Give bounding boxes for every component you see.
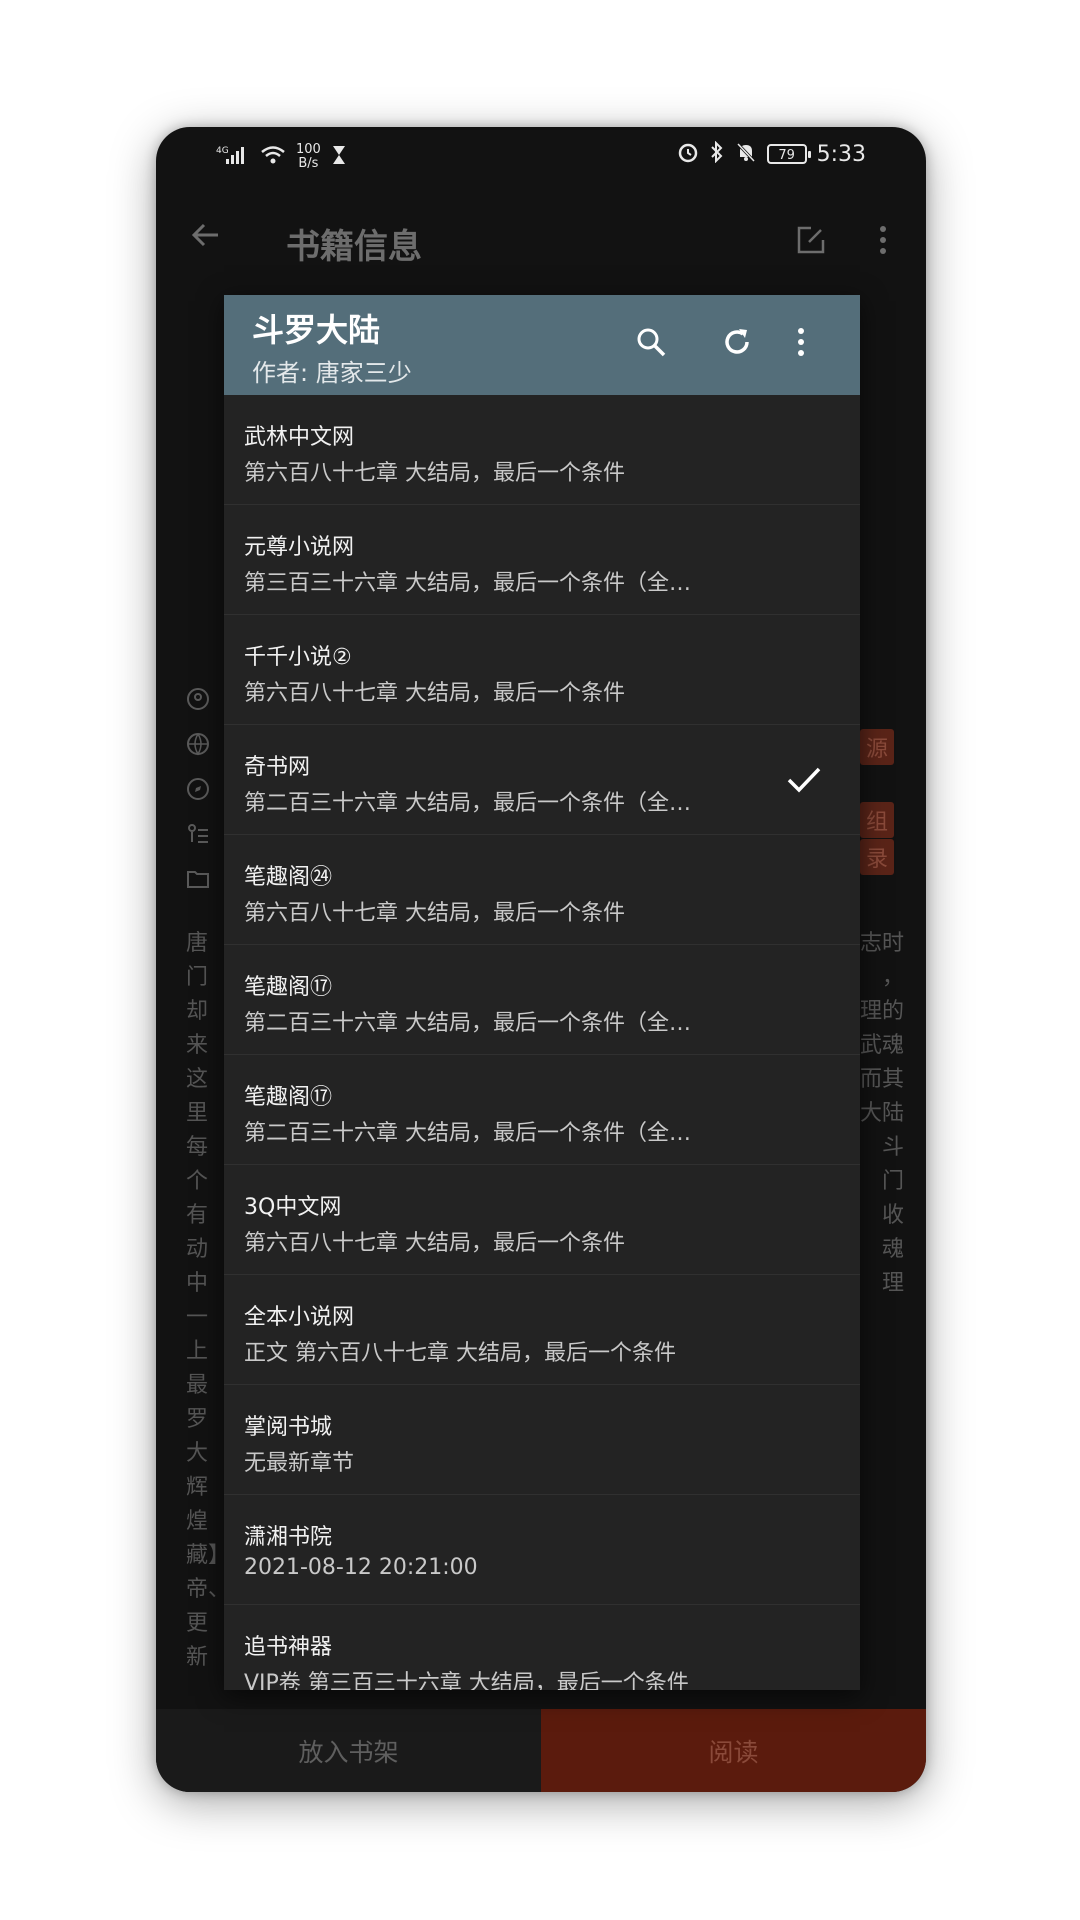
- source-item[interactable]: 掌阅书城 无最新章节: [224, 1385, 860, 1495]
- source-name: 追书神器: [244, 1635, 333, 1660]
- source-item[interactable]: 追书神器 VIP卷 第三百三十六章 大结局，最后一个条件: [224, 1605, 860, 1690]
- latest-chapter: VIP卷 第三百三十六章 大结局，最后一个条件: [244, 1671, 689, 1690]
- latest-chapter: 2021-08-12 20:21:00: [244, 1555, 478, 1580]
- bluetooth-icon: [709, 140, 725, 167]
- read-button[interactable]: 阅读: [541, 1709, 926, 1792]
- refresh-icon[interactable]: [720, 325, 754, 363]
- back-arrow-icon[interactable]: [188, 217, 224, 257]
- latest-chapter: 第二百三十六章 大结局，最后一个条件（全…: [244, 1121, 691, 1146]
- latest-chapter: 第六百八十七章 大结局，最后一个条件: [244, 1231, 625, 1256]
- change-source-dialog: 斗罗大陆 作者: 唐家三少 武林中文网 第六百八十七章 大结局，最后一个条件 元…: [224, 295, 860, 1690]
- dialog-subtitle: 作者: 唐家三少: [252, 359, 412, 387]
- signal-icon: 4G: [216, 144, 250, 170]
- source-item[interactable]: 千千小说② 第六百八十七章 大结局，最后一个条件: [224, 615, 860, 725]
- status-time: 5:33: [816, 141, 866, 167]
- hourglass-icon: [331, 144, 347, 170]
- source-item[interactable]: 笔趣阁⑰ 第二百三十六章 大结局，最后一个条件（全…: [224, 945, 860, 1055]
- source-item[interactable]: 笔趣阁⑰ 第二百三十六章 大结局，最后一个条件（全…: [224, 1055, 860, 1165]
- catalog-tag[interactable]: 录: [859, 839, 894, 875]
- more-vert-icon[interactable]: [796, 325, 806, 363]
- more-vert-icon[interactable]: [878, 223, 888, 261]
- bell-off-icon: [735, 141, 757, 167]
- source-item[interactable]: 元尊小说网 第三百三十六章 大结局，最后一个条件（全…: [224, 505, 860, 615]
- source-name: 奇书网: [244, 755, 311, 780]
- background-info-icons: [186, 687, 226, 912]
- latest-chapter: 第二百三十六章 大结局，最后一个条件（全…: [244, 1011, 691, 1036]
- wifi-icon: [260, 145, 286, 169]
- search-icon[interactable]: [634, 325, 668, 363]
- latest-chapter: 第二百三十六章 大结局，最后一个条件（全…: [244, 791, 691, 816]
- dialog-header: 斗罗大陆 作者: 唐家三少: [224, 295, 860, 395]
- source-item-selected[interactable]: 奇书网 第二百三十六章 大结局，最后一个条件（全…: [224, 725, 860, 835]
- latest-chapter: 第三百三十六章 大结局，最后一个条件（全…: [244, 571, 691, 596]
- latest-chapter: 第六百八十七章 大结局，最后一个条件: [244, 901, 625, 926]
- source-name: 武林中文网: [244, 425, 355, 450]
- source-name: 笔趣阁⑰: [244, 1085, 333, 1110]
- source-item[interactable]: 潇湘书院 2021-08-12 20:21:00: [224, 1495, 860, 1605]
- source-name: 笔趣阁㉔: [244, 865, 333, 890]
- source-item[interactable]: 全本小说网 正文 第六百八十七章 大结局，最后一个条件: [224, 1275, 860, 1385]
- latest-chapter: 第六百八十七章 大结局，最后一个条件: [244, 461, 625, 486]
- source-name: 千千小说②: [244, 645, 352, 670]
- compass-icon: [186, 777, 226, 822]
- source-name: 笔趣阁⑰: [244, 975, 333, 1000]
- source-item[interactable]: 笔趣阁㉔ 第六百八十七章 大结局，最后一个条件: [224, 835, 860, 945]
- background-intro-left: 唐门 却来 这里 每个 有动 中一 上最 罗大 辉煌 藏】 帝、 更新: [186, 931, 231, 1670]
- latest-chapter: 第六百八十七章 大结局，最后一个条件: [244, 681, 625, 706]
- globe-icon: [186, 732, 226, 777]
- source-name: 元尊小说网: [244, 535, 355, 560]
- check-icon: [786, 765, 822, 799]
- source-name: 3Q中文网: [244, 1195, 342, 1220]
- net-speed: 100 B/s: [296, 143, 321, 171]
- folder-icon: [186, 867, 226, 912]
- net-speed-unit: B/s: [298, 156, 319, 171]
- dialog-title: 斗罗大陆: [252, 311, 381, 349]
- net-speed-value: 100: [296, 142, 321, 157]
- latest-chapter: 无最新章节: [244, 1451, 355, 1476]
- source-name: 全本小说网: [244, 1305, 355, 1330]
- battery-icon: 79: [766, 144, 811, 164]
- user-icon: [186, 687, 226, 732]
- bottom-action-bar: 放入书架 阅读: [156, 1709, 926, 1792]
- source-tag[interactable]: 源: [859, 729, 894, 765]
- page-title: 书籍信息: [286, 227, 422, 267]
- latest-chapter: 正文 第六百八十七章 大结局，最后一个条件: [244, 1341, 676, 1366]
- status-bar: 4G 100 B/s 79 5:33: [156, 127, 926, 189]
- battery-level: 79: [778, 148, 795, 163]
- source-name: 潇湘书院: [244, 1525, 333, 1550]
- source-item[interactable]: 3Q中文网 第六百八十七章 大结局，最后一个条件: [224, 1165, 860, 1275]
- signal-type-label: 4G: [216, 146, 229, 156]
- source-list: 武林中文网 第六百八十七章 大结局，最后一个条件 元尊小说网 第三百三十六章 大…: [224, 395, 860, 1690]
- add-to-shelf-button[interactable]: 放入书架: [156, 1709, 541, 1792]
- app-bar: 书籍信息: [156, 189, 926, 299]
- group-icon: [186, 822, 226, 867]
- source-item[interactable]: 武林中文网 第六百八十七章 大结局，最后一个条件: [224, 395, 860, 505]
- group-tag[interactable]: 组: [859, 802, 894, 838]
- phone-screen: 4G 100 B/s 79 5:33 书籍信息 源 组 录 唐门 却来 这里 每…: [156, 127, 926, 1792]
- edit-icon[interactable]: [796, 225, 826, 259]
- source-name: 掌阅书城: [244, 1415, 333, 1440]
- alarm-icon: [677, 141, 699, 167]
